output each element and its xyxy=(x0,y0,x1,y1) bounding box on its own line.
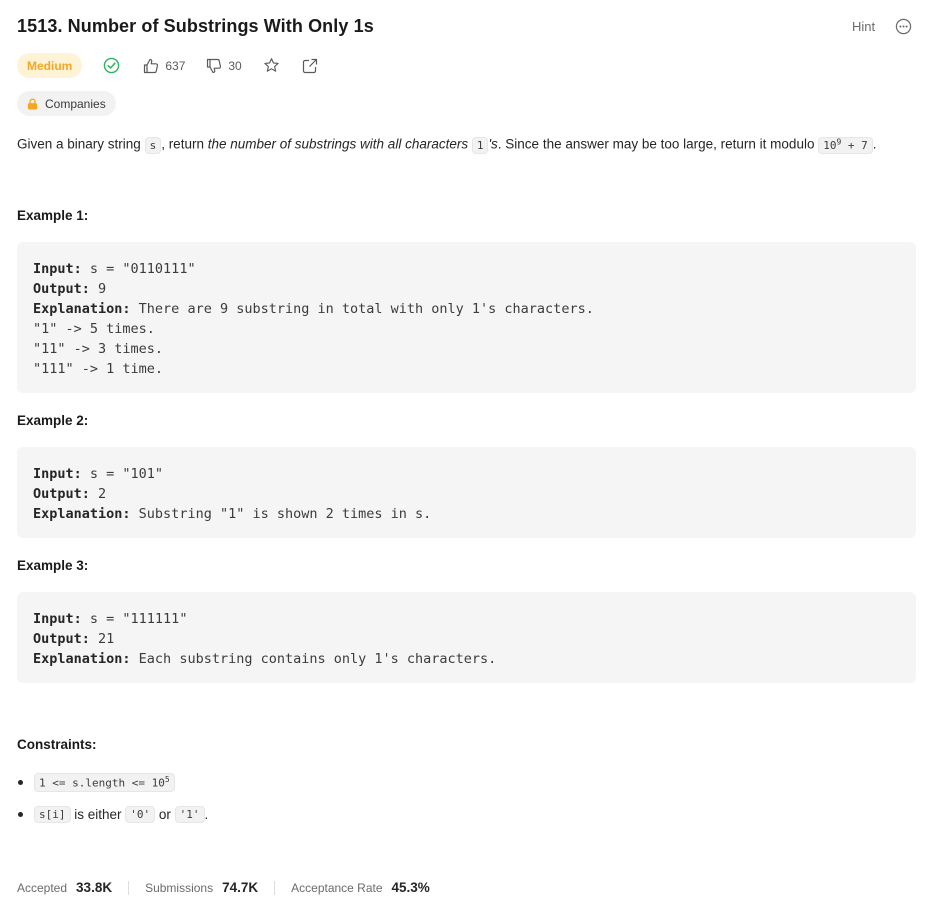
hint-button[interactable]: Hint xyxy=(852,19,875,34)
more-icon[interactable] xyxy=(895,18,912,35)
share-button[interactable] xyxy=(302,58,318,74)
constraint-item: 1 <= s.length <= 105 xyxy=(17,773,175,792)
lock-icon xyxy=(27,97,38,109)
share-icon xyxy=(302,58,317,73)
problem-description: Given a binary string s, return the numb… xyxy=(17,136,877,154)
code-si: s[i] xyxy=(34,806,71,823)
dislike-button[interactable]: 30 xyxy=(206,58,242,74)
constraints-title: Constraints: xyxy=(17,737,97,752)
like-count: 637 xyxy=(165,58,186,73)
example-3-box: Input: s = "111111" Output: 21 Explanati… xyxy=(17,592,916,683)
code-one: 1 xyxy=(471,136,489,154)
example-1-title: Example 1: xyxy=(17,208,89,223)
code-one-char: '1' xyxy=(174,806,205,823)
submissions-value: 74.7K xyxy=(222,880,259,895)
problem-meta: Medium 637 30 xyxy=(17,53,318,78)
star-icon xyxy=(264,58,279,72)
code-zero: '0' xyxy=(125,806,156,823)
example-2-box: Input: s = "101" Output: 2 Explanation: … xyxy=(17,447,916,538)
companies-label: Companies xyxy=(45,96,106,111)
accepted-value: 33.8K xyxy=(76,880,113,895)
constraint-item: s[i] is either '0' or '1'. xyxy=(17,806,208,823)
code-s: s xyxy=(144,136,162,154)
code-modulo: 109 + 7 xyxy=(818,136,873,154)
example-1-box: Input: s = "0110111" Output: 9 Explanati… xyxy=(17,242,916,393)
example-3-title: Example 3: xyxy=(17,558,89,573)
acceptance-rate-label: Acceptance Rate xyxy=(291,880,383,895)
accepted-label: Accepted xyxy=(17,880,68,895)
code-length-constraint: 1 <= s.length <= 105 xyxy=(34,773,175,792)
check-circle-icon xyxy=(103,57,120,74)
acceptance-rate-value: 45.3% xyxy=(391,880,430,895)
like-button[interactable]: 637 xyxy=(143,58,185,74)
submissions-label: Submissions xyxy=(145,880,214,895)
problem-title: 1513. Number of Substrings With Only 1s xyxy=(17,16,374,36)
problem-stats: Accepted 33.8K Submissions 74.7K Accepta… xyxy=(17,880,430,895)
thumbs-down-icon xyxy=(207,58,222,73)
example-2-title: Example 2: xyxy=(17,413,89,428)
companies-button[interactable]: Companies xyxy=(17,91,116,116)
thumbs-up-icon xyxy=(144,58,159,73)
difficulty-badge: Medium xyxy=(17,53,83,78)
favorite-button[interactable] xyxy=(263,57,280,74)
dislike-count: 30 xyxy=(228,58,242,73)
